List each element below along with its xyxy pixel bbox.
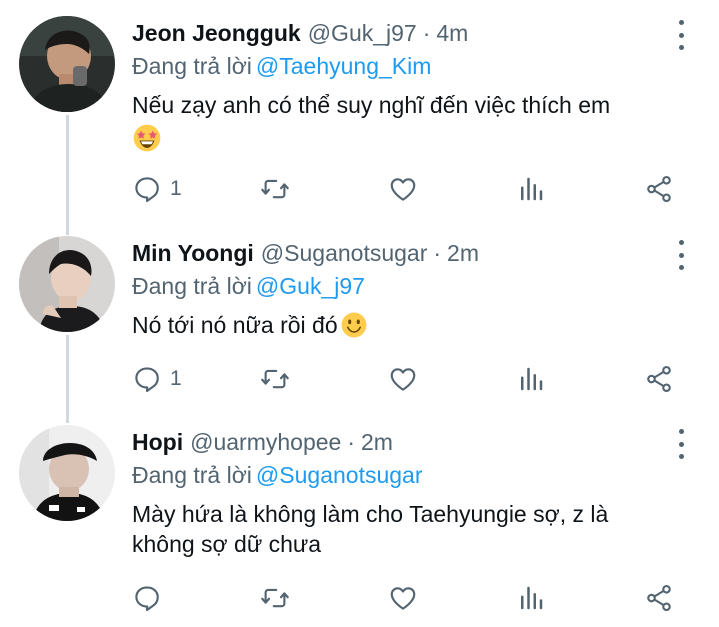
tweet-2[interactable]: Min Yoongi @Suganotsugar · 2m Đang trả l… [0,236,719,416]
tweet-text-content: Nếu zạy anh có thể suy nghĩ đến việc thí… [132,92,611,118]
reply-icon [132,174,162,204]
reply-icon [132,583,162,613]
analytics-button[interactable] [516,172,546,206]
user-handle[interactable]: @Suganotsugar [261,236,428,270]
tweet-text: Nó tới nó nữa rồi đó [132,310,692,340]
timestamp[interactable]: 4m [436,16,468,50]
display-name[interactable]: Min Yoongi [132,236,254,270]
retweet-icon [260,364,290,394]
tweet-text: Nếu zạy anh có thể suy nghĩ đến việc thí… [132,90,692,153]
analytics-icon [516,364,546,394]
analytics-button[interactable] [516,581,546,615]
tweet-text-content: Mày hứa là không làm cho Taehyungie sợ, … [132,501,609,557]
share-icon [644,583,674,613]
reply-button[interactable]: 1 [132,362,182,396]
separator-dot: · [422,20,431,46]
tweet-actions [132,581,692,615]
tweet-actions: 1 [132,362,692,396]
mention-link[interactable]: @Suganotsugar [256,462,423,488]
more-vertical-icon[interactable] [672,240,690,270]
avatar[interactable] [19,236,115,332]
tweet-text-content: Nó tới nó nữa rồi đó [132,312,338,338]
share-icon [644,174,674,204]
replying-to-label: Đang trả lời [132,462,252,488]
user-handle[interactable]: @Guk_j97 [308,16,417,50]
like-button[interactable] [388,581,418,615]
retweet-button[interactable] [260,581,290,615]
user-handle[interactable]: @uarmyhopee [190,425,341,459]
timestamp[interactable]: 2m [361,425,393,459]
retweet-icon [260,174,290,204]
replying-to-label: Đang trả lời [132,273,252,299]
share-icon [644,364,674,394]
separator-dot: · [347,429,355,455]
mention-link[interactable]: @Guk_j97 [256,273,365,299]
more-vertical-icon[interactable] [672,20,690,50]
retweet-button[interactable] [260,362,290,396]
display-name[interactable]: Jeon Jeongguk [132,16,301,50]
reply-button[interactable] [132,581,170,615]
display-name[interactable]: Hopi [132,425,183,459]
star-struck-emoji [133,124,161,152]
timestamp[interactable]: 2m [447,236,479,270]
retweet-button[interactable] [260,172,290,206]
reply-button[interactable]: 1 [132,172,182,206]
slightly-smiling-emoji [341,312,367,338]
analytics-button[interactable] [516,362,546,396]
like-button[interactable] [388,362,418,396]
reply-count: 1 [170,177,182,200]
reply-count: 1 [170,367,182,390]
replying-to: Đang trả lời @Guk_j97 [132,270,365,302]
heart-icon [388,583,418,613]
replying-to: Đang trả lời @Suganotsugar [132,459,423,491]
separator-dot: · [433,240,442,266]
analytics-icon [516,583,546,613]
replying-to: Đang trả lời @Taehyung_Kim [132,50,431,82]
heart-icon [388,174,418,204]
more-vertical-icon[interactable] [672,429,690,459]
heart-icon [388,364,418,394]
tweet-text: Mày hứa là không làm cho Taehyungie sợ, … [132,499,677,559]
avatar[interactable] [19,16,115,112]
mention-link[interactable]: @Taehyung_Kim [256,53,432,79]
share-button[interactable] [644,581,674,615]
tweet-3[interactable]: Hopi @uarmyhopee · 2m Đang trả lời @Sugan… [0,425,719,625]
retweet-icon [260,583,290,613]
tweet-actions: 1 [132,172,692,206]
replying-to-label: Đang trả lời [132,53,252,79]
like-button[interactable] [388,172,418,206]
share-button[interactable] [644,172,674,206]
share-button[interactable] [644,362,674,396]
analytics-icon [516,174,546,204]
avatar[interactable] [19,425,115,521]
tweet-1[interactable]: Jeon Jeongguk @Guk_j97 · 4m Đang trả lời… [0,16,719,216]
reply-icon [132,364,162,394]
